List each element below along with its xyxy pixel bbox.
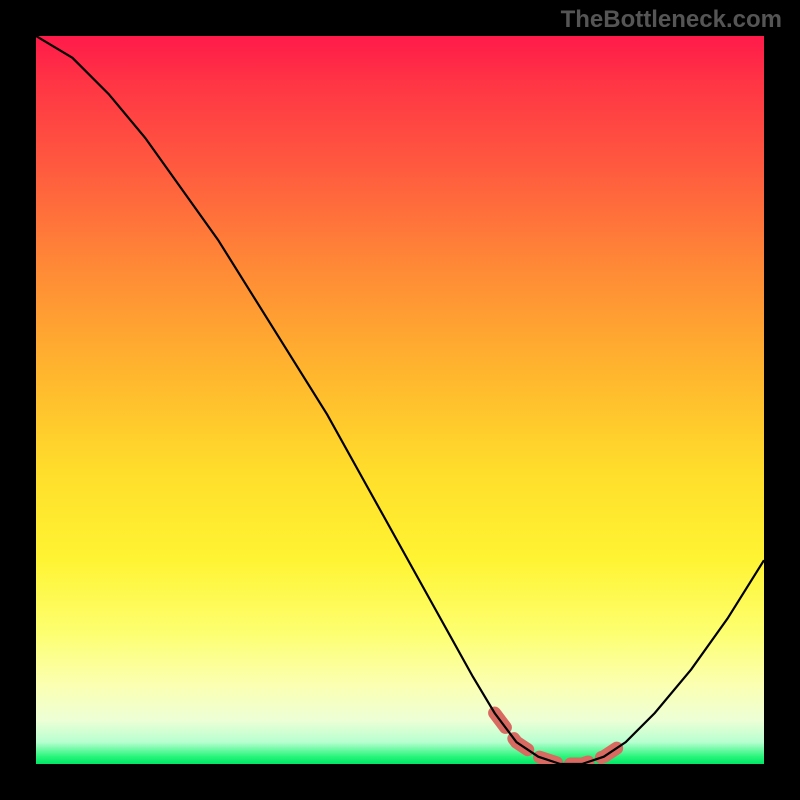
bottleneck-curve	[36, 36, 764, 764]
chart-plot-area	[36, 36, 764, 764]
chart-svg	[36, 36, 764, 764]
watermark-text: TheBottleneck.com	[561, 6, 782, 34]
